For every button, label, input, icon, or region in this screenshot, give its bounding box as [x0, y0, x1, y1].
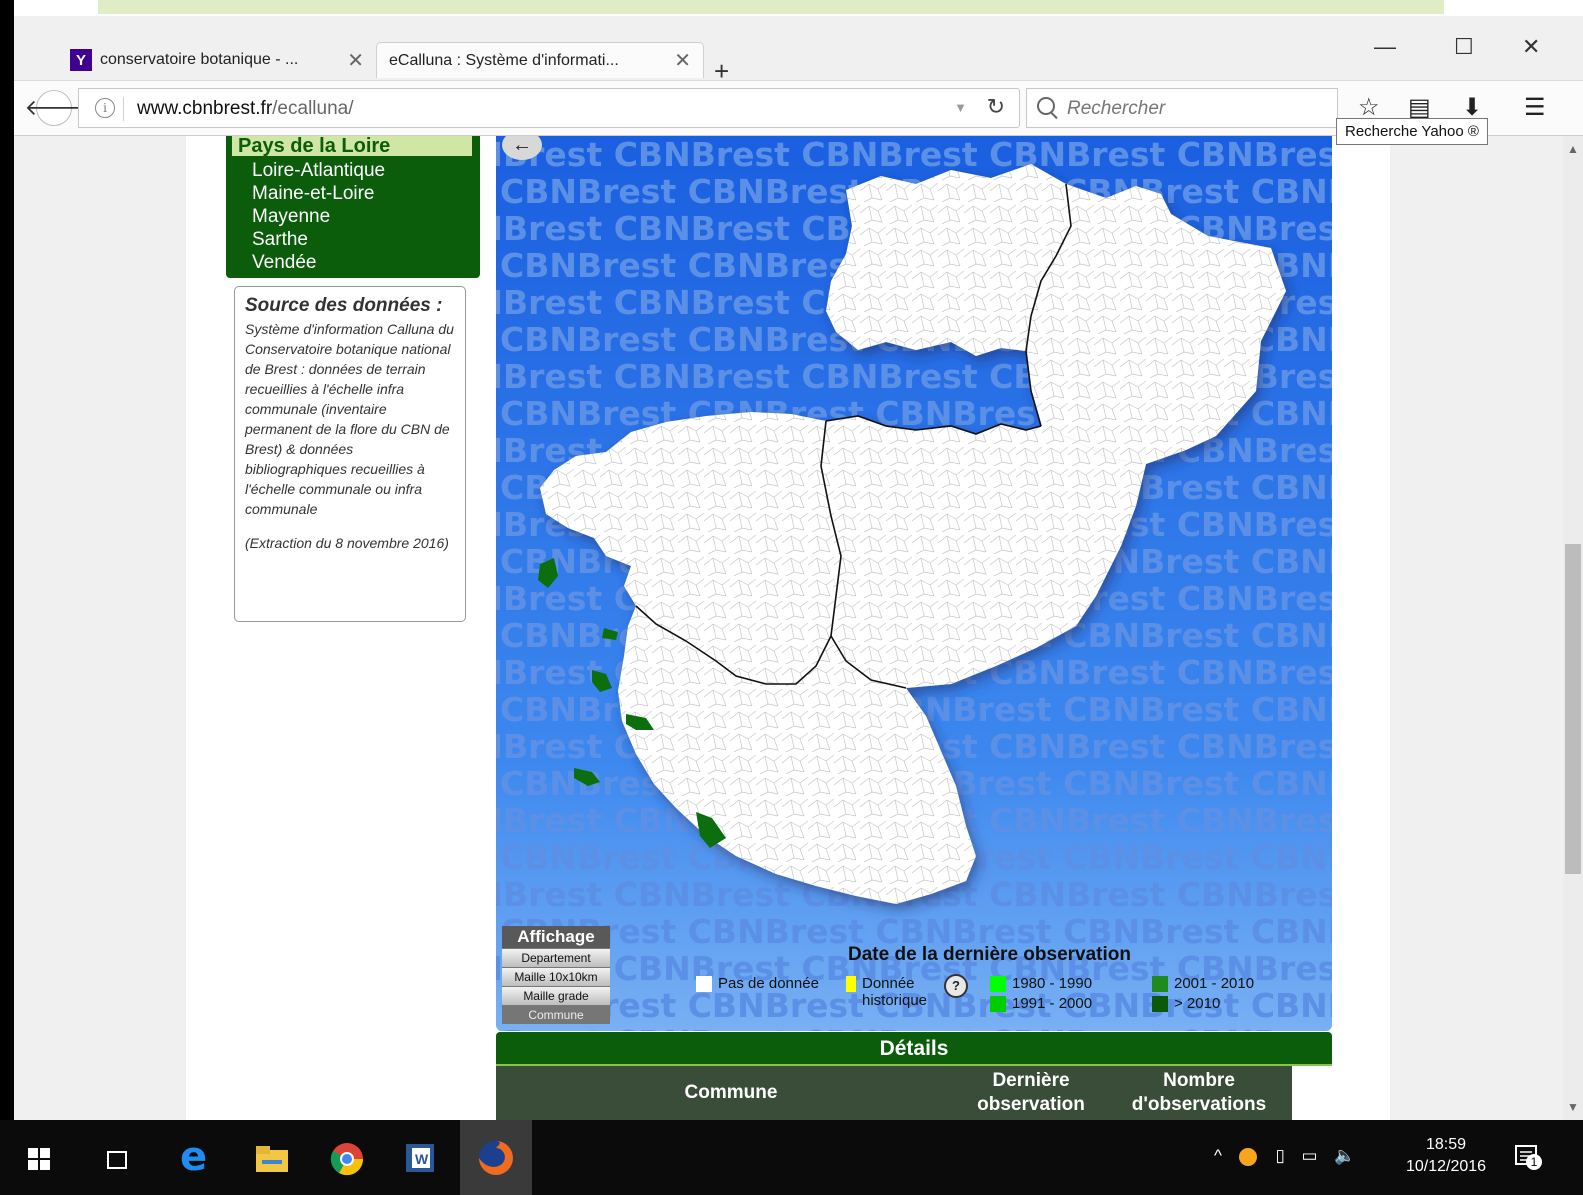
svg-text:W: W	[415, 1151, 429, 1167]
details-header: Détails	[496, 1032, 1332, 1066]
close-tab-icon[interactable]: ✕	[347, 48, 364, 73]
screen-left-edge	[0, 0, 14, 1120]
legend-label: 1980 - 1990	[1012, 975, 1093, 992]
scroll-down-icon[interactable]: ▼	[1567, 1100, 1579, 1114]
firefox-icon[interactable]	[478, 1140, 514, 1176]
source-text: Système d'information Calluna du Conserv…	[245, 321, 454, 517]
tab-ecalluna[interactable]: eCalluna : Système d'informati... ✕	[376, 42, 704, 78]
page-viewport: Pays de la Loire Loire-Atlantique Maine-…	[14, 136, 1583, 1120]
system-tray: ^ ▯ ▭ 🔈	[1214, 1146, 1356, 1166]
page-content: Pays de la Loire Loire-Atlantique Maine-…	[186, 136, 1390, 1120]
windows-start-icon[interactable]	[28, 1148, 50, 1170]
column-commune[interactable]: Commune	[636, 1081, 826, 1105]
column-observation-count[interactable]: Nombre d'observations	[1122, 1069, 1276, 1117]
url-host: www.cbnbrest.fr	[137, 98, 273, 119]
source-title: Source des données :	[245, 295, 443, 316]
legend-swatch	[1152, 996, 1168, 1012]
region-map[interactable]	[496, 136, 1332, 1031]
battery-icon[interactable]: ▯	[1275, 1146, 1284, 1165]
clock-date: 10/12/2016	[1405, 1158, 1487, 1175]
legend-label: Pas de donnée	[718, 975, 819, 992]
column-last-observation[interactable]: Dernière observation	[966, 1069, 1096, 1117]
volume-icon[interactable]: 🔈	[1334, 1146, 1355, 1165]
region-title[interactable]: Pays de la Loire	[232, 136, 472, 156]
region-menu: Pays de la Loire Loire-Atlantique Maine-…	[226, 136, 480, 278]
help-icon[interactable]: ?	[944, 974, 968, 998]
legend-swatch	[990, 996, 1006, 1012]
dept-link-maine-et-loire[interactable]: Maine-et-Loire	[252, 183, 375, 205]
display-option-maille-10km[interactable]: Maille 10x10km	[502, 967, 610, 986]
page-scrollbar[interactable]: ▲ ▼	[1563, 136, 1583, 1120]
extraction-date: (Extraction du 8 novembre 2016)	[245, 535, 449, 551]
legend-item: Pas de donnée	[696, 975, 819, 992]
windows-taskbar: e W ^ ▯ ▭ 🔈 18:59 10/12/2016 1	[0, 1120, 1583, 1195]
dept-link-loire-atlantique[interactable]: Loire-Atlantique	[252, 160, 385, 182]
display-title: Affichage	[502, 926, 610, 948]
taskbar-active-firefox[interactable]	[460, 1120, 532, 1195]
legend-title: Date de la dernière observation	[848, 944, 1131, 965]
file-explorer-icon[interactable]	[256, 1146, 288, 1172]
close-window-button[interactable]: ✕	[1522, 34, 1540, 60]
scroll-up-icon[interactable]: ▲	[1567, 142, 1579, 156]
legend-item: 1991 - 2000	[990, 995, 1092, 1012]
chrome-icon[interactable]	[330, 1142, 364, 1176]
commune-grid	[540, 164, 1286, 904]
search-placeholder: Rechercher	[1067, 98, 1166, 119]
yahoo-favicon-icon: Y	[70, 49, 92, 71]
search-icon	[1037, 97, 1055, 115]
tab-title: eCalluna : Système d'informati...	[389, 51, 619, 69]
legend-item: 2001 - 2010	[1152, 975, 1254, 992]
clock[interactable]: 18:59 10/12/2016	[1394, 1134, 1498, 1178]
show-hidden-icons-icon[interactable]: ^	[1214, 1146, 1222, 1165]
legend-swatch	[696, 976, 712, 992]
close-tab-icon[interactable]: ✕	[674, 48, 691, 73]
background-band	[98, 0, 1444, 14]
app-tray-icon[interactable]	[1238, 1147, 1257, 1166]
edge-browser-icon[interactable]: e	[180, 1134, 207, 1180]
legend-label: Donnée historique	[861, 975, 928, 1009]
url-bar[interactable]: i www.cbnbrest.fr/ecalluna/ ▼ ↻	[78, 88, 1020, 128]
scrollbar-thumb[interactable]	[1565, 544, 1581, 874]
tab-title: conservatoire botanique - ...	[100, 51, 299, 68]
legend-item: Donnée historique	[846, 975, 938, 1009]
notification-count-badge: 1	[1526, 1154, 1542, 1170]
display-option-commune[interactable]: Commune	[502, 1005, 610, 1024]
dept-link-vendee[interactable]: Vendée	[252, 252, 316, 274]
display-option-departement[interactable]: Departement	[502, 948, 610, 967]
desktop-top-strip	[0, 0, 1583, 16]
url-text: www.cbnbrest.fr/ecalluna/	[137, 98, 354, 120]
url-separator	[123, 97, 124, 121]
maximize-button[interactable]: ☐	[1454, 34, 1474, 60]
history-dropdown-icon[interactable]: ▼	[954, 100, 967, 115]
reload-icon[interactable]: ↻	[987, 94, 1005, 120]
legend-label: 2001 - 2010	[1174, 975, 1255, 992]
legend-label: 1991 - 2000	[1012, 995, 1093, 1012]
action-center-icon[interactable]: 1	[1514, 1144, 1542, 1170]
minimize-button[interactable]: —	[1374, 34, 1396, 60]
display-option-maille-grade[interactable]: Maille grade	[502, 986, 610, 1005]
legend-item: > 2010	[1152, 995, 1220, 1012]
tooltip: Recherche Yahoo ®	[1336, 118, 1488, 145]
legend-swatch	[1152, 976, 1168, 992]
dept-link-sarthe[interactable]: Sarthe	[252, 229, 308, 251]
info-icon[interactable]: i	[95, 98, 115, 118]
source-box: Source des données : Système d'informati…	[234, 286, 466, 622]
legend-swatch	[990, 976, 1006, 992]
map-panel: CBNBrest CBNBrest CBNBrest CBNBrest CBNB…	[496, 136, 1332, 1031]
word-icon[interactable]: W	[404, 1142, 436, 1174]
network-icon[interactable]: ▭	[1302, 1146, 1318, 1165]
legend-item: 1980 - 1990	[990, 975, 1092, 992]
clock-time: 18:59	[1425, 1136, 1467, 1153]
legend-label: > 2010	[1174, 995, 1221, 1012]
menu-icon[interactable]: ☰	[1524, 93, 1546, 122]
search-bar[interactable]: Rechercher	[1026, 88, 1338, 128]
task-view-icon[interactable]	[104, 1150, 130, 1170]
back-button[interactable]: 🡐	[25, 90, 84, 126]
details-table-header: Commune Dernière observation Nombre d'ob…	[496, 1066, 1292, 1120]
tab-conservatoire[interactable]: Y conservatoire botanique - ... ✕	[58, 42, 376, 78]
display-options: Affichage Departement Maille 10x10km Mai…	[502, 926, 610, 1024]
legend-swatch	[846, 976, 856, 992]
url-path: /ecalluna/	[272, 98, 354, 119]
dept-link-mayenne[interactable]: Mayenne	[252, 206, 330, 228]
